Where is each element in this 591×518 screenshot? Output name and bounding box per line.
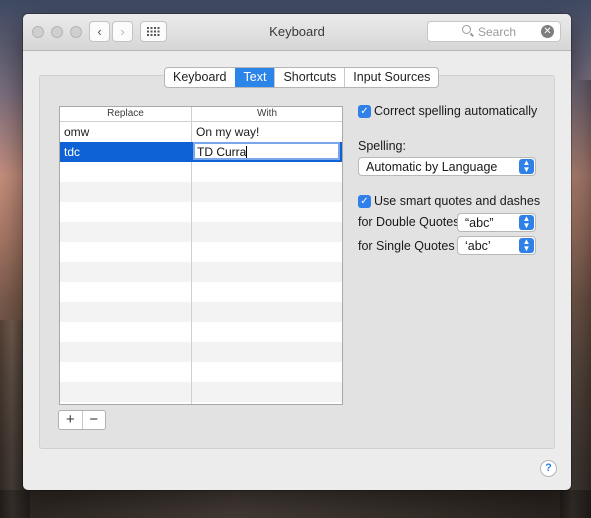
add-button[interactable]: + (59, 411, 82, 429)
column-header-replace[interactable]: Replace (60, 108, 191, 119)
with-cell: On my way! (196, 125, 260, 139)
tab-shortcuts[interactable]: Shortcuts (274, 68, 344, 87)
spelling-popup-value: Automatic by Language (366, 160, 498, 174)
tab-input-sources[interactable]: Input Sources (344, 68, 438, 87)
table-header: Replace With (60, 107, 342, 122)
desktop-background-rock (0, 490, 591, 518)
replace-cell: tdc (64, 145, 81, 159)
remove-button[interactable]: − (81, 411, 106, 429)
table-row-empty (60, 362, 342, 382)
with-cell-editor[interactable]: TD Curra (193, 142, 340, 160)
spelling-popup[interactable]: Automatic by Language ▲ ▼ (358, 157, 536, 176)
table-row-empty (60, 322, 342, 342)
double-quotes-popup[interactable]: “abc” ▲ ▼ (457, 213, 536, 232)
text-replacement-table[interactable]: Replace With omw On my way! tdc TD Curra (59, 106, 343, 405)
table-row-empty (60, 342, 342, 362)
title-bar: ‹ › Keyboard Search ✕ (23, 14, 571, 51)
double-quotes-label: for Double Quotes (358, 215, 460, 229)
correct-spelling-label[interactable]: Correct spelling automatically (374, 104, 537, 118)
search-placeholder: Search (478, 25, 517, 39)
add-remove-control: + − (58, 410, 106, 430)
table-row-empty (60, 202, 342, 222)
tab-bar: Keyboard Text Shortcuts Input Sources (164, 67, 440, 88)
single-quotes-label: for Single Quotes (358, 239, 455, 253)
replace-cell: omw (64, 125, 90, 139)
table-row-empty (60, 262, 342, 282)
preferences-window: ‹ › Keyboard Search ✕ Keyboard Text Shor… (23, 14, 571, 490)
table-row-empty (60, 242, 342, 262)
updown-arrows-icon: ▲ ▼ (519, 215, 534, 230)
table-row-empty (60, 302, 342, 322)
table-row-empty (60, 382, 342, 402)
with-cell-edit-text: TD Curra (197, 145, 247, 159)
smart-quotes-label[interactable]: Use smart quotes and dashes (374, 194, 540, 208)
spelling-label: Spelling: (358, 139, 406, 153)
table-row-empty (60, 182, 342, 202)
search-field[interactable]: Search ✕ (427, 21, 561, 42)
column-header-with[interactable]: With (192, 108, 342, 119)
clear-search-icon[interactable]: ✕ (541, 25, 554, 38)
updown-arrows-icon: ▲ ▼ (519, 159, 534, 174)
updown-arrows-icon: ▲ ▼ (519, 238, 534, 253)
text-cursor (246, 146, 248, 158)
tab-keyboard[interactable]: Keyboard (165, 68, 235, 87)
table-row-empty (60, 282, 342, 302)
search-icon (462, 25, 471, 34)
double-quotes-popup-value: “abc” (465, 216, 494, 230)
table-row-empty (60, 222, 342, 242)
correct-spelling-checkbox[interactable]: ✓ (358, 105, 371, 118)
tab-text[interactable]: Text (234, 68, 275, 87)
help-button[interactable]: ? (540, 460, 557, 477)
smart-quotes-checkbox[interactable]: ✓ (358, 195, 371, 208)
single-quotes-popup-value: ‘abc’ (465, 239, 491, 253)
table-row-selected[interactable]: tdc TD Curra (60, 142, 342, 162)
table-row[interactable]: omw On my way! (60, 122, 342, 142)
table-row-empty (60, 162, 342, 182)
single-quotes-popup[interactable]: ‘abc’ ▲ ▼ (457, 236, 536, 255)
